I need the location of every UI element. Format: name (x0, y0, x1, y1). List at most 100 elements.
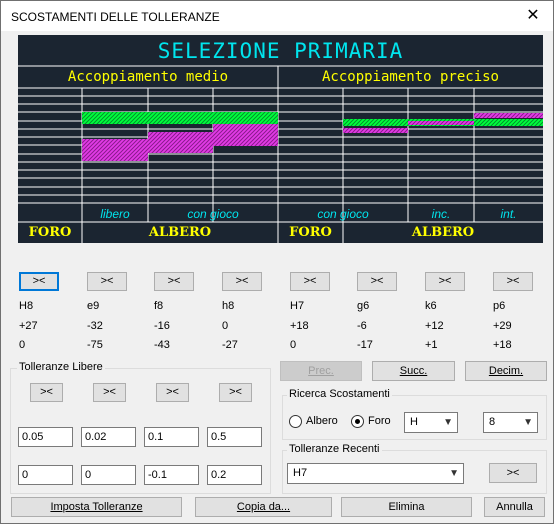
select-h8-button[interactable]: >< (19, 272, 59, 291)
upper-deviation: -6 (357, 320, 367, 332)
diagram-label-inc: inc. (431, 207, 451, 221)
set-tolerances-button[interactable]: Imposta Tolleranze (11, 497, 182, 517)
zone-g6 (343, 128, 408, 133)
recent-tolerances-title: Tolleranze Recenti (287, 443, 382, 455)
delete-button[interactable]: Elimina (341, 497, 472, 517)
decimals-button[interactable]: Decim. (465, 361, 547, 381)
tolerance-name: k6 (425, 300, 437, 312)
copy-from-button[interactable]: Copia da... (195, 497, 332, 517)
copy-from-label: Copia da... (236, 501, 291, 513)
tolerance-name: f8 (154, 300, 164, 312)
tolerance-diagram: SELEZIONE PRIMARIA Accoppiamento medio A… (18, 35, 543, 243)
zone-h8-shaft (213, 124, 278, 146)
tolerance-column-k6: >< k6 +12 +1 (418, 255, 481, 355)
free-tolerance-button-1[interactable]: >< (30, 383, 63, 402)
lower-deviation: -17 (357, 339, 373, 351)
select-h8-shaft-button[interactable]: >< (222, 272, 262, 291)
tolerance-column-g6: >< g6 -6 -17 (350, 255, 413, 355)
lower-deviation: -27 (222, 339, 238, 351)
diagram-left-title: Accoppiamento medio (67, 69, 229, 85)
upper-deviation: +18 (290, 320, 309, 332)
decimals-label: Decim. (488, 365, 524, 377)
zone-k6 (408, 121, 474, 125)
close-icon[interactable]: ✕ (517, 3, 549, 29)
tolerance-name: e9 (87, 300, 100, 312)
zone-p6 (474, 113, 543, 118)
albero-radio[interactable] (289, 415, 302, 428)
diagram-label-int: int. (500, 207, 517, 221)
diagram-right-title: Accoppiamento preciso (321, 69, 499, 85)
prev-label: Prec. (308, 365, 334, 377)
tolerance-column-p6: >< p6 +29 +18 (486, 255, 549, 355)
free-upper-field-2[interactable]: 0.02 (81, 427, 136, 447)
upper-deviation: -16 (154, 320, 170, 332)
chevron-down-icon: ▼ (449, 468, 459, 479)
free-tolerance-button-2[interactable]: >< (93, 383, 126, 402)
lower-deviation: -43 (154, 339, 170, 351)
diagram-label-libero: libero (100, 207, 130, 221)
lower-deviation: +1 (425, 339, 438, 351)
upper-deviation: -32 (87, 320, 103, 332)
tolerance-name: H8 (19, 300, 34, 312)
dialog-window: SCOSTAMENTI DELLE TOLLERANZE ✕ SELEZIONE… (0, 0, 554, 524)
diagram-label-foro-2: FORO (289, 225, 332, 240)
upper-deviation: +29 (493, 320, 512, 332)
upper-deviation: +27 (19, 320, 38, 332)
grade-select[interactable]: 8 ▼ (483, 412, 538, 433)
grade-select-value: 8 (489, 416, 496, 428)
tolerance-name: g6 (357, 300, 370, 312)
letter-select[interactable]: H ▼ (404, 412, 458, 433)
zone-h8 (82, 112, 278, 124)
diagram-heading: SELEZIONE PRIMARIA (157, 39, 404, 63)
free-upper-field-3[interactable]: 0.1 (144, 427, 199, 447)
title-bar: SCOSTAMENTI DELLE TOLLERANZE ✕ (1, 1, 553, 31)
tolerance-name: H7 (290, 300, 305, 312)
free-lower-field-1[interactable]: 0 (18, 465, 73, 485)
free-lower-field-4[interactable]: 0.2 (207, 465, 262, 485)
albero-radio-label: Albero (306, 415, 338, 427)
select-g6-button[interactable]: >< (357, 272, 397, 291)
free-lower-field-3[interactable]: -0.1 (144, 465, 199, 485)
cancel-button[interactable]: Annulla (484, 497, 545, 517)
diagram-label-albero-2: ALBERO (411, 225, 475, 240)
chevron-down-icon: ▼ (443, 417, 453, 428)
diagram-label-albero-1: ALBERO (148, 225, 212, 240)
select-h7-button[interactable]: >< (290, 272, 330, 291)
lower-deviation: -75 (87, 339, 103, 351)
lower-deviation: 0 (290, 339, 297, 351)
zone-f8 (148, 132, 213, 153)
foro-radio-label: Foro (368, 415, 391, 427)
search-deviations-title: Ricerca Scostamenti (287, 388, 392, 400)
select-k6-button[interactable]: >< (425, 272, 465, 291)
recent-tolerance-value: H7 (293, 467, 308, 479)
chevron-down-icon: ▼ (523, 417, 533, 428)
foro-radio[interactable] (351, 415, 364, 428)
tolerance-column-h7: >< H7 +18 0 (283, 255, 346, 355)
free-lower-field-2[interactable]: 0 (81, 465, 136, 485)
free-tolerances-title: Tolleranze Libere (17, 361, 105, 373)
apply-recent-button[interactable]: >< (489, 463, 537, 483)
free-upper-field-1[interactable]: 0.05 (18, 427, 73, 447)
next-button[interactable]: Succ. (372, 361, 455, 381)
next-label: Succ. (399, 365, 428, 377)
tolerance-name: p6 (493, 300, 506, 312)
recent-tolerance-select[interactable]: H7 ▼ (287, 463, 464, 484)
set-tolerances-label: Imposta Tolleranze (50, 501, 143, 513)
select-f8-button[interactable]: >< (154, 272, 194, 291)
diagram-label-con-gioco-2: con gioco (317, 207, 369, 221)
diagram-label-con-gioco-1: con gioco (187, 207, 239, 221)
free-tolerance-button-4[interactable]: >< (219, 383, 252, 402)
tolerance-column-f8: >< f8 -16 -43 (147, 255, 210, 355)
select-p6-button[interactable]: >< (493, 272, 533, 291)
select-e9-button[interactable]: >< (87, 272, 127, 291)
lower-deviation: +18 (493, 339, 512, 351)
tolerance-name: h8 (222, 300, 235, 312)
letter-select-value: H (410, 416, 418, 428)
prev-button[interactable]: Prec. (280, 361, 362, 381)
free-tolerance-button-3[interactable]: >< (156, 383, 189, 402)
diagram-label-foro-1: FORO (28, 225, 72, 240)
upper-deviation: +12 (425, 320, 444, 332)
tolerance-column-h8-shaft: >< h8 0 -27 (215, 255, 278, 355)
free-upper-field-4[interactable]: 0.5 (207, 427, 262, 447)
window-title: SCOSTAMENTI DELLE TOLLERANZE (11, 10, 220, 24)
